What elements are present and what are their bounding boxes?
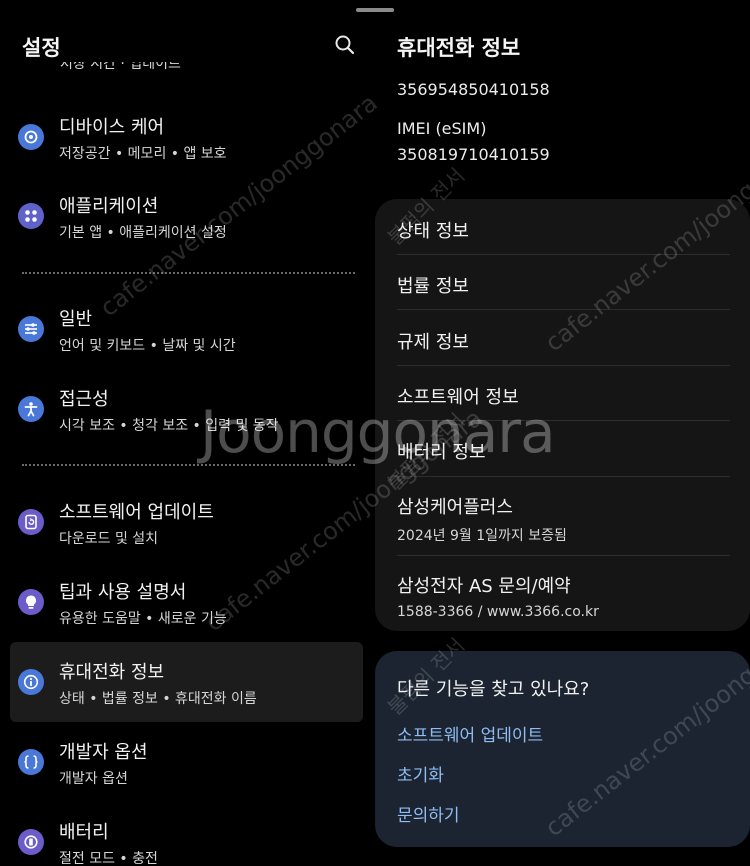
help-card: 다른 기능을 찾고 있나요? 소프트웨어 업데이트 초기화 문의하기 [375,651,750,847]
card-divider [397,476,730,477]
status-info-item[interactable]: 상태 정보 [397,217,730,243]
apps-grid-icon [18,203,44,229]
settings-item-general[interactable]: 일반 언어 및 키보드 • 날짜 및 시간 [10,289,363,369]
settings-item-title: 개발자 옵션 [59,742,148,763]
battery-info-label: 배터리 정보 [397,442,486,463]
settings-item-title: 접근성 [59,389,109,410]
info-card: 상태 정보 법률 정보 규제 정보 소프트웨어 정보 배터리 정보 삼성케어플러… [375,199,750,631]
settings-item-phone-info[interactable]: 휴대전화 정보 상태 • 법률 정보 • 휴대전화 이름 [10,642,363,722]
settings-item-title: 팁과 사용 설명서 [59,582,187,603]
settings-item-tips[interactable]: 팁과 사용 설명서 유용한 도움말 • 새로운 기능 [10,562,363,642]
contact-us-link[interactable]: 문의하기 [397,801,460,826]
settings-item-title: 소프트웨어 업데이트 [59,502,214,523]
search-button[interactable] [332,32,358,58]
samsung-care-plus-status: 2024년 9월 1일까지 보증됨 [397,528,567,544]
software-info-label: 소프트웨어 정보 [397,387,519,408]
settings-item-subtitle: 언어 및 키보드 • 날짜 및 시간 [59,338,236,354]
settings-item-software-update[interactable]: 소프트웨어 업데이트 다운로드 및 설치 [10,482,363,562]
software-update-icon [18,509,44,535]
settings-item-title: 디바이스 케어 [59,117,165,138]
phone-info-icon [18,669,44,695]
developer-braces-icon [18,749,44,775]
search-icon [335,35,355,55]
tips-bulb-icon [18,589,44,615]
legal-info-item[interactable]: 법률 정보 [397,272,730,298]
imei-esim-value: 350819710410159 [397,145,550,164]
clipped-subtitle: 저장 시간 · 업데이트 [60,62,181,72]
settings-item-developer-options[interactable]: 개발자 옵션 개발자 옵션 [10,722,363,802]
settings-item-accessibility[interactable]: 접근성 시각 보조 • 청각 보조 • 입력 및 동작 [10,369,363,449]
device-care-icon [18,124,44,150]
imei-value: 356954850410158 [397,80,550,99]
samsung-as-item[interactable]: 삼성전자 AS 문의/예약 1588-3366 / www.3366.co.kr [397,572,730,620]
settings-item-subtitle: 시각 보조 • 청각 보조 • 입력 및 동작 [59,418,279,434]
card-divider [397,254,730,255]
settings-item-title: 애플리케이션 [59,196,159,217]
settings-item-subtitle: 다운로드 및 설치 [59,531,159,547]
help-title: 다른 기능을 찾고 있나요? [397,679,590,700]
samsung-as-contact: 1588-3366 / www.3366.co.kr [397,604,599,620]
legal-info-label: 법률 정보 [397,276,469,297]
regulatory-info-item[interactable]: 규제 정보 [397,328,730,354]
card-divider [397,365,730,366]
settings-item-subtitle: 기본 앱 • 애플리케이션 설정 [59,225,227,241]
samsung-care-plus-label: 삼성케어플러스 [397,497,513,518]
section-divider [22,272,355,274]
card-divider [397,555,730,556]
settings-item-subtitle: 절전 모드 • 충전 [59,851,158,866]
settings-item-subtitle: 유용한 도움말 • 새로운 기능 [59,611,227,627]
settings-item-subtitle: 상태 • 법률 정보 • 휴대전화 이름 [59,691,257,707]
regulatory-info-label: 규제 정보 [397,332,469,353]
software-update-link[interactable]: 소프트웨어 업데이트 [397,721,543,746]
phone-info-panel: 휴대전화 정보 356954850410158 IMEI (eSIM) 3508… [375,0,750,866]
page-title: 설정 [22,36,61,60]
settings-item-title: 배터리 [59,822,109,843]
detail-title: 휴대전화 정보 [397,36,521,60]
samsung-as-label: 삼성전자 AS 문의/예약 [397,576,571,597]
imei-esim-label: IMEI (eSIM) [397,119,487,138]
settings-item-title: 일반 [59,309,93,330]
samsung-care-plus-item[interactable]: 삼성케어플러스 2024년 9월 1일까지 보증됨 [397,493,730,545]
sliders-icon [18,316,44,342]
section-divider [22,464,355,466]
settings-item-subtitle: 저장공간 • 메모리 • 앱 보호 [59,146,227,162]
battery-icon [18,829,44,855]
screen: 설정 저장 시간 · 업데이트 디바이스 케어 저장공간 • 메모리 • 앱 보… [0,0,750,866]
battery-info-item[interactable]: 배터리 정보 [397,438,730,464]
settings-item-applications[interactable]: 애플리케이션 기본 앱 • 애플리케이션 설정 [10,176,363,256]
settings-item-subtitle: 개발자 옵션 [59,771,128,787]
status-info-label: 상태 정보 [397,221,469,242]
reset-link[interactable]: 초기화 [397,761,444,786]
accessibility-icon [18,396,44,422]
software-info-item[interactable]: 소프트웨어 정보 [397,383,730,409]
settings-item-title: 휴대전화 정보 [59,662,165,683]
settings-item-battery[interactable]: 배터리 절전 모드 • 충전 [10,802,363,866]
settings-item-device-care[interactable]: 디바이스 케어 저장공간 • 메모리 • 앱 보호 [10,97,363,177]
settings-panel: 설정 저장 시간 · 업데이트 디바이스 케어 저장공간 • 메모리 • 앱 보… [0,0,372,866]
card-divider [397,420,730,421]
card-divider [397,309,730,310]
